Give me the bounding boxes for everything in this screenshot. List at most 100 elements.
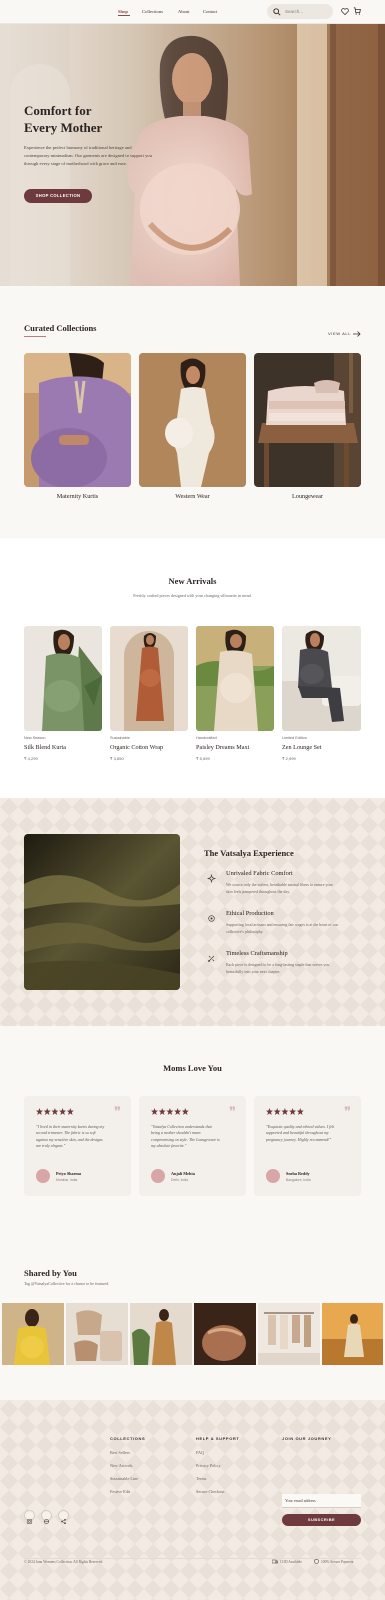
collection-label-kurtis: Maternity Kurtis: [56, 493, 99, 500]
stars-icon: [266, 1108, 304, 1115]
collection-card-loungewear[interactable]: [254, 353, 361, 487]
testimonial-loc-1: Mumbai, India: [56, 1178, 78, 1182]
nav-collections[interactable]: Collections: [142, 9, 163, 14]
hero-title-line1: Comfort for: [24, 103, 92, 118]
ugc-photo-5[interactable]: [258, 1303, 320, 1365]
product-name-lounge[interactable]: Zen Lounge Set: [282, 744, 322, 751]
footer-link-faq[interactable]: FAQ: [196, 1450, 204, 1455]
feature-text-ethical-line2: collective's philosophy.: [226, 928, 264, 934]
testimonial-card-2: ❞ "Vatsalya Collection understands that b…: [139, 1096, 246, 1196]
hero-subtitle: Experience the perfect harmony of tradit…: [24, 144, 152, 168]
collection-card-kurtis[interactable]: [24, 353, 131, 487]
footer-link-festive[interactable]: Festive Edit: [110, 1489, 130, 1494]
badge-cod: COD Available: [280, 1560, 302, 1564]
quote-mark-icon: ❞: [344, 1104, 351, 1119]
footer-link-new-arrivals[interactable]: New Arrivals: [110, 1463, 132, 1468]
footer-link-checkout[interactable]: Secure Checkout: [196, 1489, 225, 1494]
kurtis-image: [24, 353, 131, 487]
feature-title-ethical: Ethical Production: [226, 910, 274, 917]
stars-icon: [151, 1108, 189, 1115]
feature-text-comfort-line1: We source only the softest, breathable n…: [226, 882, 333, 887]
product-price-lounge: ₹ 2,999: [282, 756, 296, 761]
feature-text-comfort: We source only the softest, breathable n…: [226, 882, 333, 895]
product-tag-lounge: Limited Edition: [282, 736, 307, 740]
testimonial-name-1: Priya Sharma: [56, 1171, 82, 1176]
experience-title: The Vatsalya Experience: [204, 848, 294, 858]
feature-text-craft-line1: Each piece is designed to be a long-last…: [226, 962, 330, 967]
stars-icon: [36, 1108, 74, 1115]
view-all-label: VIEW ALL: [328, 331, 352, 336]
quote-mark-icon: ❞: [114, 1104, 121, 1119]
search-input[interactable]: Search...: [267, 4, 333, 19]
footer-collections-title: COLLECTIONS: [110, 1436, 146, 1441]
loungewear-image: [254, 353, 361, 487]
cart-icon[interactable]: [353, 7, 361, 15]
hero-title-line2: Every Mother: [24, 120, 103, 135]
copyright: © 2024 Janu Womens Collection. All Right…: [24, 1560, 104, 1564]
search-placeholder: Search...: [285, 9, 304, 14]
product-name-maxi[interactable]: Paisley Dreams Maxi: [196, 744, 249, 751]
feature-title-craft: Timeless Craftsmanship: [226, 950, 288, 957]
product-tag-wrap: Sustainable: [110, 736, 130, 740]
testimonial-1-line2: second trimester. The fabric is so soft: [36, 1130, 96, 1136]
footer-link-sustainable[interactable]: Sustainable Line: [110, 1476, 138, 1481]
footer-link-terms[interactable]: Terms: [196, 1476, 206, 1481]
newsletter-email-input[interactable]: Your email address: [282, 1494, 361, 1508]
shield-icon: [314, 1559, 319, 1564]
testimonial-loc-3: Bangalore, India: [286, 1178, 311, 1182]
testimonial-quote-2: "Vatsalya Collection understands that bei…: [151, 1124, 220, 1150]
western-image: [139, 353, 246, 487]
footer-link-best-sellers[interactable]: Best Sellers: [110, 1450, 130, 1455]
subscribe-button[interactable]: SUBSCRIBE: [282, 1514, 361, 1526]
product-image-maxi[interactable]: [196, 626, 274, 731]
collection-card-western[interactable]: [139, 353, 246, 487]
nav-about[interactable]: About: [178, 9, 189, 14]
heart-icon[interactable]: [341, 8, 349, 15]
ugc-photo-2[interactable]: [66, 1303, 128, 1365]
ugc-photo-3[interactable]: [130, 1303, 192, 1365]
avatar: [151, 1169, 165, 1183]
product-name-wrap[interactable]: Organic Cotton Wrap: [110, 744, 163, 751]
hero-subtitle-line1: Experience the perfect harmony of tradit…: [24, 145, 132, 150]
shop-collection-button[interactable]: SHOP COLLECTION: [24, 189, 92, 203]
share-icon[interactable]: [58, 1510, 69, 1524]
top-nav: Shop Collections About Contact Search...: [0, 0, 385, 24]
avatar: [36, 1169, 50, 1183]
footer-link-privacy[interactable]: Privacy Policy: [196, 1463, 221, 1468]
instagram-icon[interactable]: [24, 1510, 35, 1525]
nav-shop[interactable]: Shop: [118, 9, 128, 14]
testimonial-quote-1: "I lived in their maternity kurtis durin…: [36, 1124, 104, 1150]
avatar: [266, 1169, 280, 1183]
leaf-icon: [205, 910, 218, 923]
product-price-wrap: ₹ 3,850: [110, 756, 124, 761]
email-placeholder: Your email address: [285, 1498, 316, 1503]
fabric-image: [24, 834, 180, 990]
feature-text-ethical: Supporting local artisans and ensuring f…: [226, 922, 338, 935]
ugc-gallery: [2, 1303, 383, 1365]
testimonial-name-2: Anjali Mehta: [171, 1171, 195, 1176]
product-name-kurta[interactable]: Silk Blend Kurta: [24, 744, 66, 751]
nav-contact[interactable]: Contact: [203, 9, 217, 14]
new-arrivals-subtitle: Freshly crafted pieces designed with you…: [133, 593, 252, 598]
new-arrivals-title: New Arrivals: [168, 576, 217, 586]
hero-subtitle-line3: through every stage of motherhood with g…: [24, 161, 127, 166]
badge-secure: 100% Secure Payment: [321, 1560, 354, 1564]
testimonial-quote-3: "Exquisite quality and ethical values. I…: [266, 1124, 334, 1143]
view-all-link[interactable]: VIEW ALL: [328, 331, 351, 336]
product-tag-maxi: Handcrafted: [196, 736, 217, 740]
arrow-right-icon[interactable]: [353, 331, 361, 337]
search-icon: [273, 8, 281, 16]
truck-icon: [272, 1559, 278, 1564]
product-image-wrap[interactable]: [110, 626, 188, 731]
shared-title: Shared by You: [24, 1268, 77, 1278]
product-image-kurta[interactable]: [24, 626, 102, 731]
footer-help-title: HELP & SUPPORT: [196, 1436, 240, 1441]
testimonial-3-line3: pregnancy journey. Highly recommend!": [266, 1136, 332, 1142]
product-tag-kurta: New Season: [24, 736, 46, 740]
ugc-photo-6[interactable]: [322, 1303, 383, 1365]
ugc-photo-1[interactable]: [2, 1303, 64, 1365]
ugc-photo-4[interactable]: [194, 1303, 256, 1365]
product-image-lounge[interactable]: [282, 626, 361, 731]
globe-icon[interactable]: [41, 1510, 52, 1525]
hero-subtitle-line2: contemporary minimalism. Our garments ar…: [24, 153, 152, 158]
